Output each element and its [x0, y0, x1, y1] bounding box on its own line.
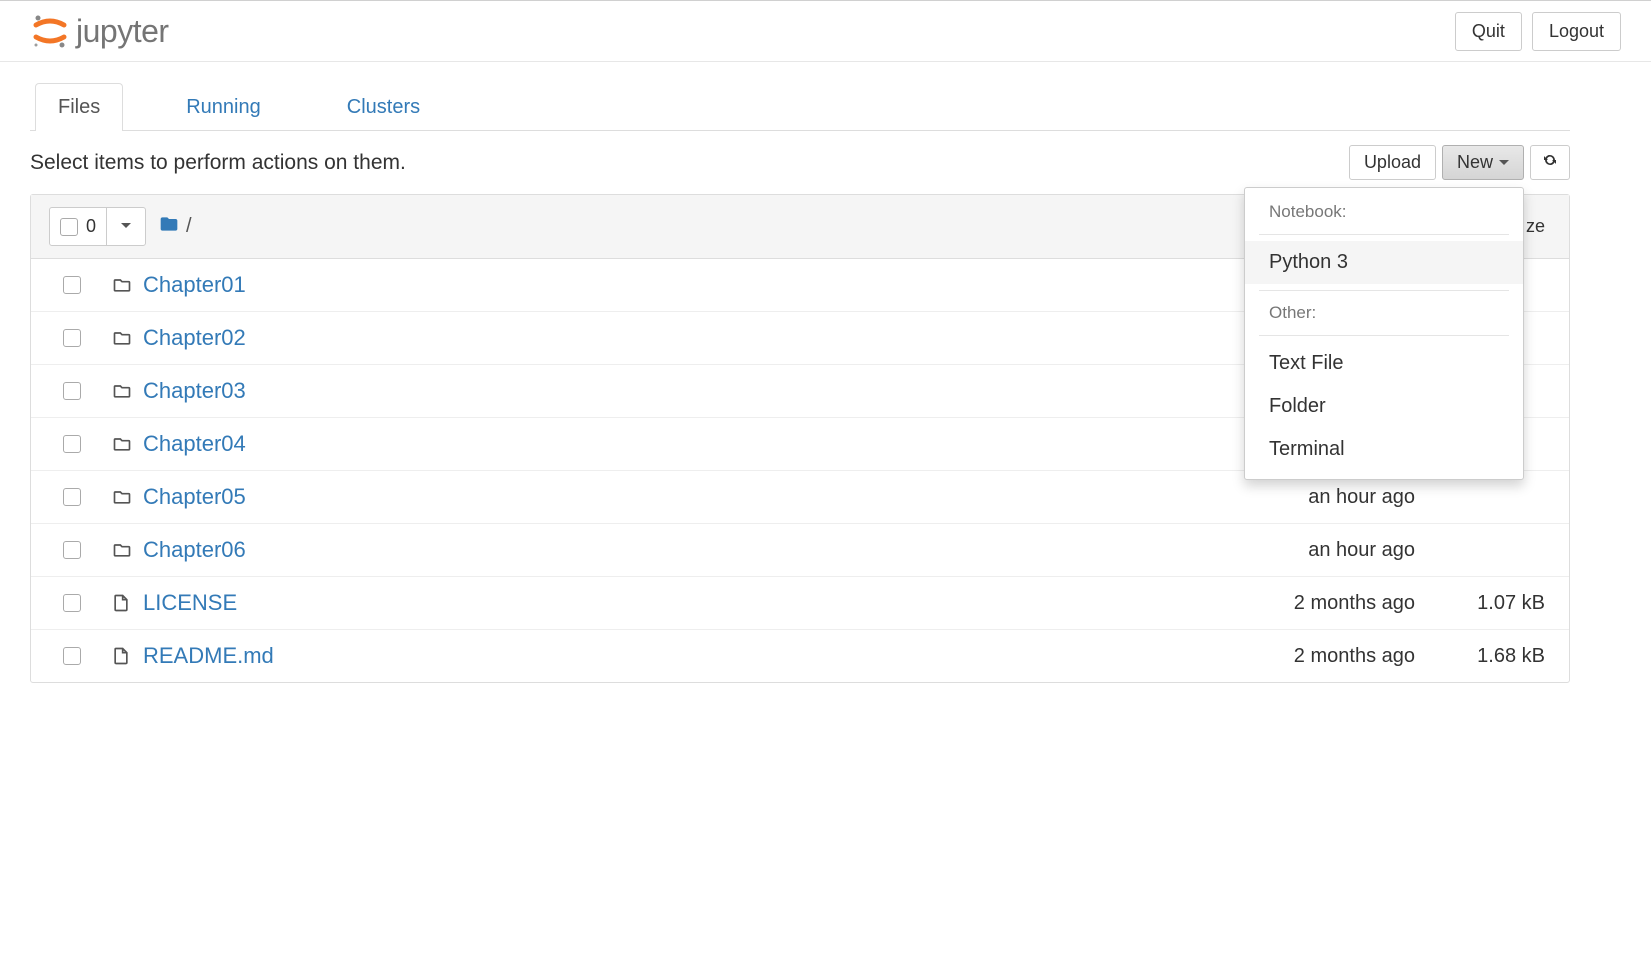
- tabs-wrapper: Files Running Clusters: [30, 82, 1570, 131]
- file-modified: 2 months ago: [1175, 592, 1415, 615]
- dropdown-header-other: Other:: [1245, 297, 1523, 329]
- dropdown-item-python3[interactable]: Python 3: [1245, 241, 1523, 284]
- list-header-left: 0 /: [49, 207, 192, 246]
- file-link[interactable]: Chapter05: [143, 484, 246, 510]
- folder-icon: [111, 328, 133, 348]
- file-modified: an hour ago: [1175, 539, 1415, 562]
- file-row: LICENSE 2 months ago1.07 kB: [31, 577, 1569, 630]
- breadcrumb: /: [158, 214, 192, 240]
- file-link[interactable]: Chapter04: [143, 431, 246, 457]
- file-link[interactable]: Chapter02: [143, 325, 246, 351]
- file-checkbox[interactable]: [63, 276, 81, 294]
- file-name-cell: Chapter05: [111, 484, 1175, 510]
- quit-button[interactable]: Quit: [1455, 12, 1522, 51]
- main-container: Files Running Clusters Select items to p…: [0, 82, 1600, 683]
- tab-running[interactable]: Running: [163, 83, 284, 131]
- tabs: Files Running Clusters: [35, 82, 1570, 130]
- caret-down-icon: [1499, 160, 1509, 165]
- action-row: Select items to perform actions on them.…: [30, 131, 1570, 194]
- file-link[interactable]: Chapter01: [143, 272, 246, 298]
- logout-button[interactable]: Logout: [1532, 12, 1621, 51]
- file-link[interactable]: LICENSE: [143, 590, 237, 616]
- file-row: Chapter06 an hour ago: [31, 524, 1569, 577]
- jupyter-logo-icon: [30, 11, 70, 51]
- caret-down-icon: [121, 223, 131, 228]
- file-name-cell: Chapter03: [111, 378, 1175, 404]
- folder-icon: [111, 275, 133, 295]
- jupyter-logo-text: jupyter: [76, 13, 169, 50]
- new-button[interactable]: New: [1442, 145, 1524, 180]
- file-modified: 2 months ago: [1175, 645, 1415, 668]
- select-all-box: 0: [49, 207, 146, 246]
- dropdown-item-textfile[interactable]: Text File: [1245, 342, 1523, 385]
- select-all-check[interactable]: 0: [50, 208, 107, 245]
- action-buttons: Upload New Notebook: Python 3 Other:: [1349, 145, 1570, 180]
- file-link[interactable]: Chapter06: [143, 537, 246, 563]
- file-checkbox[interactable]: [63, 541, 81, 559]
- tab-clusters[interactable]: Clusters: [324, 83, 443, 131]
- file-modified: an hour ago: [1175, 486, 1415, 509]
- upload-button[interactable]: Upload: [1349, 145, 1436, 180]
- file-name-cell: Chapter01: [111, 272, 1175, 298]
- file-name-cell: README.md: [111, 643, 1175, 669]
- file-checkbox[interactable]: [63, 435, 81, 453]
- file-link[interactable]: README.md: [143, 643, 274, 669]
- sort-by-size[interactable]: ze: [1526, 216, 1545, 237]
- header-buttons: Quit Logout: [1455, 12, 1621, 51]
- dropdown-header-notebook: Notebook:: [1245, 196, 1523, 228]
- action-help-text: Select items to perform actions on them.: [30, 151, 406, 175]
- tab-files[interactable]: Files: [35, 83, 123, 131]
- dropdown-item-terminal[interactable]: Terminal: [1245, 428, 1523, 471]
- new-dropdown-menu: Notebook: Python 3 Other: Text File Fold…: [1244, 187, 1524, 480]
- folder-icon: [111, 434, 133, 454]
- dropdown-item-folder[interactable]: Folder: [1245, 385, 1523, 428]
- file-name-cell: LICENSE: [111, 590, 1175, 616]
- folder-icon: [111, 540, 133, 560]
- file-size: 1.07 kB: [1415, 592, 1545, 615]
- file-checkbox[interactable]: [63, 594, 81, 612]
- file-checkbox[interactable]: [63, 647, 81, 665]
- folder-icon: [111, 487, 133, 507]
- jupyter-logo[interactable]: jupyter: [30, 11, 169, 51]
- dropdown-divider: [1259, 335, 1509, 336]
- breadcrumb-separator: /: [186, 215, 192, 238]
- file-row: README.md 2 months ago1.68 kB: [31, 630, 1569, 682]
- file-name-cell: Chapter06: [111, 537, 1175, 563]
- file-size: 1.68 kB: [1415, 645, 1545, 668]
- file-checkbox[interactable]: [63, 488, 81, 506]
- file-checkbox[interactable]: [63, 329, 81, 347]
- file-link[interactable]: Chapter03: [143, 378, 246, 404]
- refresh-button[interactable]: [1530, 145, 1570, 180]
- select-dropdown[interactable]: [107, 208, 145, 245]
- folder-icon: [111, 381, 133, 401]
- checkbox-icon: [60, 218, 78, 236]
- file-icon: [111, 593, 133, 613]
- file-name-cell: Chapter02: [111, 325, 1175, 351]
- folder-home-icon[interactable]: [158, 214, 180, 240]
- dropdown-divider: [1259, 234, 1509, 235]
- header: jupyter Quit Logout: [0, 1, 1651, 62]
- file-icon: [111, 646, 133, 666]
- dropdown-divider: [1259, 290, 1509, 291]
- file-checkbox[interactable]: [63, 382, 81, 400]
- new-button-label: New: [1457, 152, 1493, 173]
- refresh-icon: [1541, 152, 1559, 173]
- file-name-cell: Chapter04: [111, 431, 1175, 457]
- selected-count: 0: [86, 216, 96, 237]
